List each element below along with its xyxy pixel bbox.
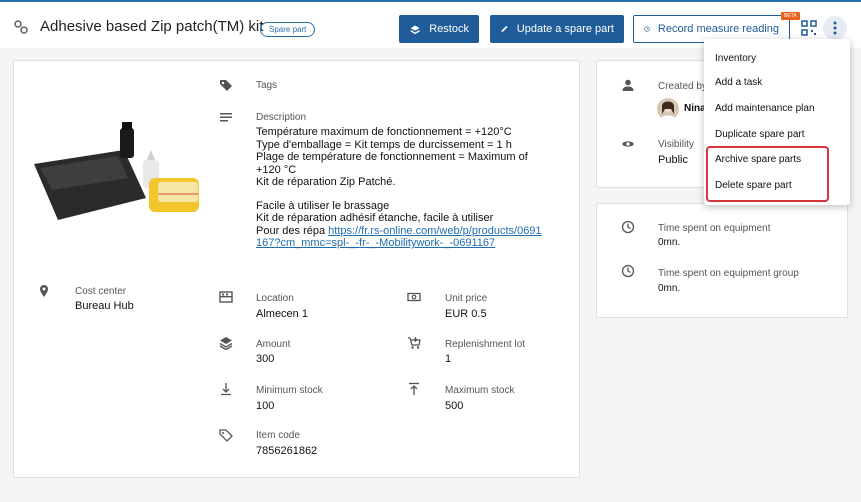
record-label: Record measure reading: [657, 23, 779, 35]
menu-item-inventory[interactable]: Inventory: [715, 53, 756, 64]
pencil-icon: [501, 25, 508, 33]
max-stock-label: Maximum stock: [445, 385, 515, 396]
menu-item-add-maintenance-plan[interactable]: Add maintenance plan: [715, 103, 815, 114]
time-equipment-value: 0mn.: [658, 237, 681, 248]
time-group-label: Time spent on equipment group: [658, 268, 799, 279]
more-vert-icon: [833, 21, 837, 35]
created-by-label: Created by: [658, 81, 707, 92]
description-line: Plage de température de fonctionnement =…: [256, 151, 528, 163]
min-stock-icon: [221, 383, 231, 396]
description-label: Description: [256, 112, 307, 123]
location-value: Almecen 1: [256, 308, 308, 320]
description-link-line: Pour des répa https://fr.rs-online.com/w…: [256, 225, 546, 250]
max-stock-icon: [409, 382, 419, 395]
spare-part-badge: Spare part: [260, 22, 316, 37]
description-line: +120 °C: [256, 163, 297, 176]
created-by-value[interactable]: Nina: [684, 103, 706, 114]
time-group-value: 0mn.: [658, 283, 681, 294]
amount-value: 300: [256, 353, 275, 365]
qr-code-icon[interactable]: [801, 20, 817, 36]
cost-center-value: Bureau Hub: [75, 300, 134, 312]
max-stock-value: 500: [445, 400, 464, 412]
description-link-prefix: Pour des répa: [256, 224, 329, 237]
code-tag-icon: [219, 429, 233, 442]
beta-badge: BETA: [781, 12, 800, 20]
clock-icon: [621, 220, 635, 234]
description-line: Température maximum de fonctionnement = …: [256, 126, 512, 138]
unit-price-value: EUR 0.5: [445, 308, 487, 320]
tag-icon: [220, 80, 232, 91]
description-line: Kit de réparation adhésif étanche, facil…: [256, 212, 494, 224]
description-line: Type d'emballage = Kit temps de durcisse…: [256, 138, 512, 151]
shelf-icon: [219, 291, 233, 303]
location-pin-icon: [40, 285, 48, 297]
menu-highlight-box: [706, 146, 829, 202]
unit-price-label: Unit price: [445, 293, 488, 304]
description-icon: [220, 113, 232, 122]
item-code-label: Item code: [256, 430, 300, 441]
page-title: Adhesive based Zip patch(TM) kit: [40, 18, 264, 35]
tags-label: Tags: [256, 80, 278, 91]
restock-icon: [410, 25, 420, 35]
cost-center-label: Cost center: [75, 286, 127, 297]
layers-icon: [219, 337, 233, 350]
min-stock-label: Minimum stock: [256, 385, 323, 396]
visibility-label: Visibility: [658, 139, 694, 150]
description-line: Kit de réparation Zip Patché.: [256, 176, 396, 188]
update-spare-part-button[interactable]: Update a spare part: [490, 15, 624, 43]
replenishment-label: Replenishment lot: [445, 339, 526, 350]
product-image: [34, 122, 199, 220]
settings-icon: [14, 20, 28, 34]
person-icon: [622, 79, 634, 91]
replenishment-value: 1: [445, 353, 452, 365]
min-stock-value: 100: [256, 400, 275, 412]
menu-item-add-task[interactable]: Add a task: [715, 77, 762, 88]
description-line: Facile à utiliser le brassage: [256, 199, 390, 212]
item-code-value: 7856261862: [256, 445, 318, 457]
clock-icon: [621, 264, 635, 278]
location-label: Location: [256, 293, 294, 304]
time-equipment-label: Time spent on equipment: [658, 223, 771, 234]
avatar: [657, 98, 679, 120]
amount-label: Amount: [256, 339, 291, 350]
eye-icon: [622, 141, 634, 147]
visibility-value: Public: [658, 154, 688, 166]
restock-button[interactable]: Restock: [399, 15, 479, 43]
cart-icon: [408, 337, 421, 349]
menu-item-duplicate[interactable]: Duplicate spare part: [715, 129, 805, 140]
gauge-icon: [644, 26, 650, 32]
cash-icon: [407, 292, 421, 302]
restock-label: Restock: [429, 23, 469, 35]
description-text: Température maximum de fonctionnement = …: [256, 126, 556, 250]
update-label: Update a spare part: [516, 23, 614, 35]
more-options-button[interactable]: [823, 16, 847, 40]
